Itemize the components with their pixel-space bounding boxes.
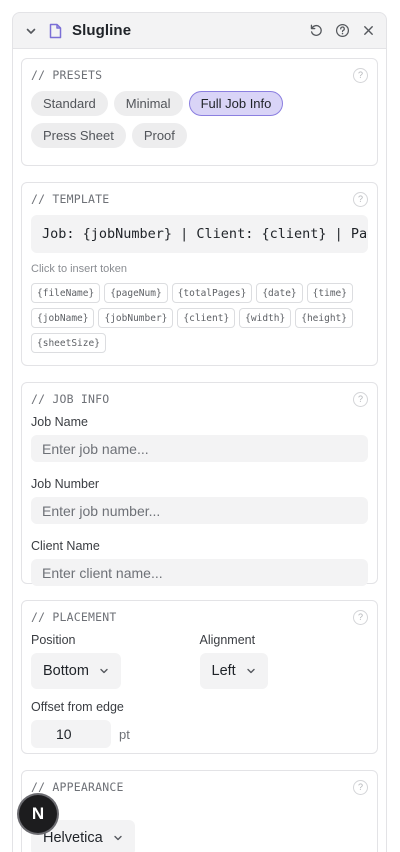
template-input[interactable]: Job: {jobNumber} | Client: {client} | Pa… (31, 215, 368, 253)
offset-label: Offset from edge (31, 700, 124, 714)
position-select[interactable]: Bottom (31, 653, 121, 689)
reset-icon[interactable] (308, 23, 324, 39)
alignment-value: Left (211, 663, 236, 679)
preset-proof[interactable]: Proof (131, 123, 187, 148)
slugline-panel: Slugline // PRESETS ? Standard Minimal F… (12, 12, 387, 852)
appearance-section: // APPEARANCE ? Helvetica (21, 770, 378, 852)
font-value: Helvetica (43, 830, 103, 846)
token-jobname[interactable]: {jobName} (31, 308, 95, 328)
panel-body: // PRESETS ? Standard Minimal Full Job I… (13, 49, 386, 852)
placement-title: // PLACEMENT (31, 610, 117, 624)
position-label: Position (31, 633, 76, 647)
token-hint: Click to insert token (31, 263, 127, 275)
template-section: // TEMPLATE ? Job: {jobNumber} | Client:… (21, 182, 378, 366)
placement-selects: Position Bottom Alignment Left (31, 633, 368, 689)
document-icon (48, 23, 64, 39)
offset-row: 10 pt (31, 720, 368, 748)
fab-letter: N (31, 804, 45, 823)
chevron-down-icon (113, 835, 122, 841)
token-sheetsize[interactable]: {sheetSize} (31, 333, 106, 353)
chevron-down-icon (100, 668, 108, 674)
preset-minimal[interactable]: Minimal (113, 91, 183, 116)
job-info-help-icon[interactable]: ? (353, 391, 368, 407)
position-value: Bottom (43, 663, 89, 679)
token-date[interactable]: {date} (256, 283, 303, 303)
job-name-label: Job Name (31, 415, 88, 429)
appearance-title: // APPEARANCE (31, 780, 124, 794)
token-pagenum[interactable]: {pageNum} (104, 283, 168, 303)
presets-title: // PRESETS (31, 68, 103, 82)
token-jobnumber[interactable]: {jobNumber} (98, 308, 174, 328)
appearance-help-icon[interactable]: ? (353, 779, 368, 795)
job-number-label: Job Number (31, 477, 100, 491)
token-height[interactable]: {height} (295, 308, 353, 328)
client-name-label: Client Name (31, 539, 100, 553)
job-info-section: // JOB INFO ? Job Name Enter job name...… (21, 382, 378, 586)
close-icon[interactable] (360, 23, 376, 39)
chevron-down-icon (246, 668, 255, 674)
preset-full-job-info[interactable]: Full Job Info (188, 91, 284, 116)
alignment-label: Alignment (199, 633, 256, 647)
client-name-input[interactable]: Enter client name... (31, 559, 368, 586)
job-info-title: // JOB INFO (31, 392, 110, 406)
placement-section: // PLACEMENT ? Position Bottom Alignment… (21, 600, 378, 754)
token-filename[interactable]: {fileName} (31, 283, 101, 303)
panel-header: Slugline (13, 13, 386, 49)
template-help-icon[interactable]: ? (353, 191, 368, 207)
template-title: // TEMPLATE (31, 192, 110, 206)
preset-standard[interactable]: Standard (31, 91, 108, 116)
token-time[interactable]: {time} (306, 283, 353, 303)
chevron-down-icon[interactable] (24, 24, 38, 38)
preset-chips: Standard Minimal Full Job Info Press She… (31, 91, 368, 148)
floating-action-button[interactable]: N (19, 795, 57, 833)
header-actions (308, 23, 376, 39)
token-list: {fileName} {pageNum} {totalPages} {date}… (31, 283, 368, 353)
token-totalpages[interactable]: {totalPages} (171, 283, 253, 303)
alignment-select[interactable]: Left (199, 653, 268, 689)
offset-unit: pt (119, 726, 130, 742)
placement-help-icon[interactable]: ? (353, 609, 368, 625)
presets-help-icon[interactable]: ? (353, 67, 368, 83)
job-number-input[interactable]: Enter job number... (31, 497, 368, 524)
help-icon[interactable] (334, 23, 350, 39)
panel-title: Slugline (72, 22, 132, 39)
preset-press-sheet[interactable]: Press Sheet (31, 123, 126, 148)
job-name-input[interactable]: Enter job name... (31, 435, 368, 462)
token-width[interactable]: {width} (239, 308, 292, 328)
offset-input[interactable]: 10 (31, 720, 111, 748)
presets-section: // PRESETS ? Standard Minimal Full Job I… (21, 58, 378, 166)
token-client[interactable]: {client} (177, 308, 236, 328)
